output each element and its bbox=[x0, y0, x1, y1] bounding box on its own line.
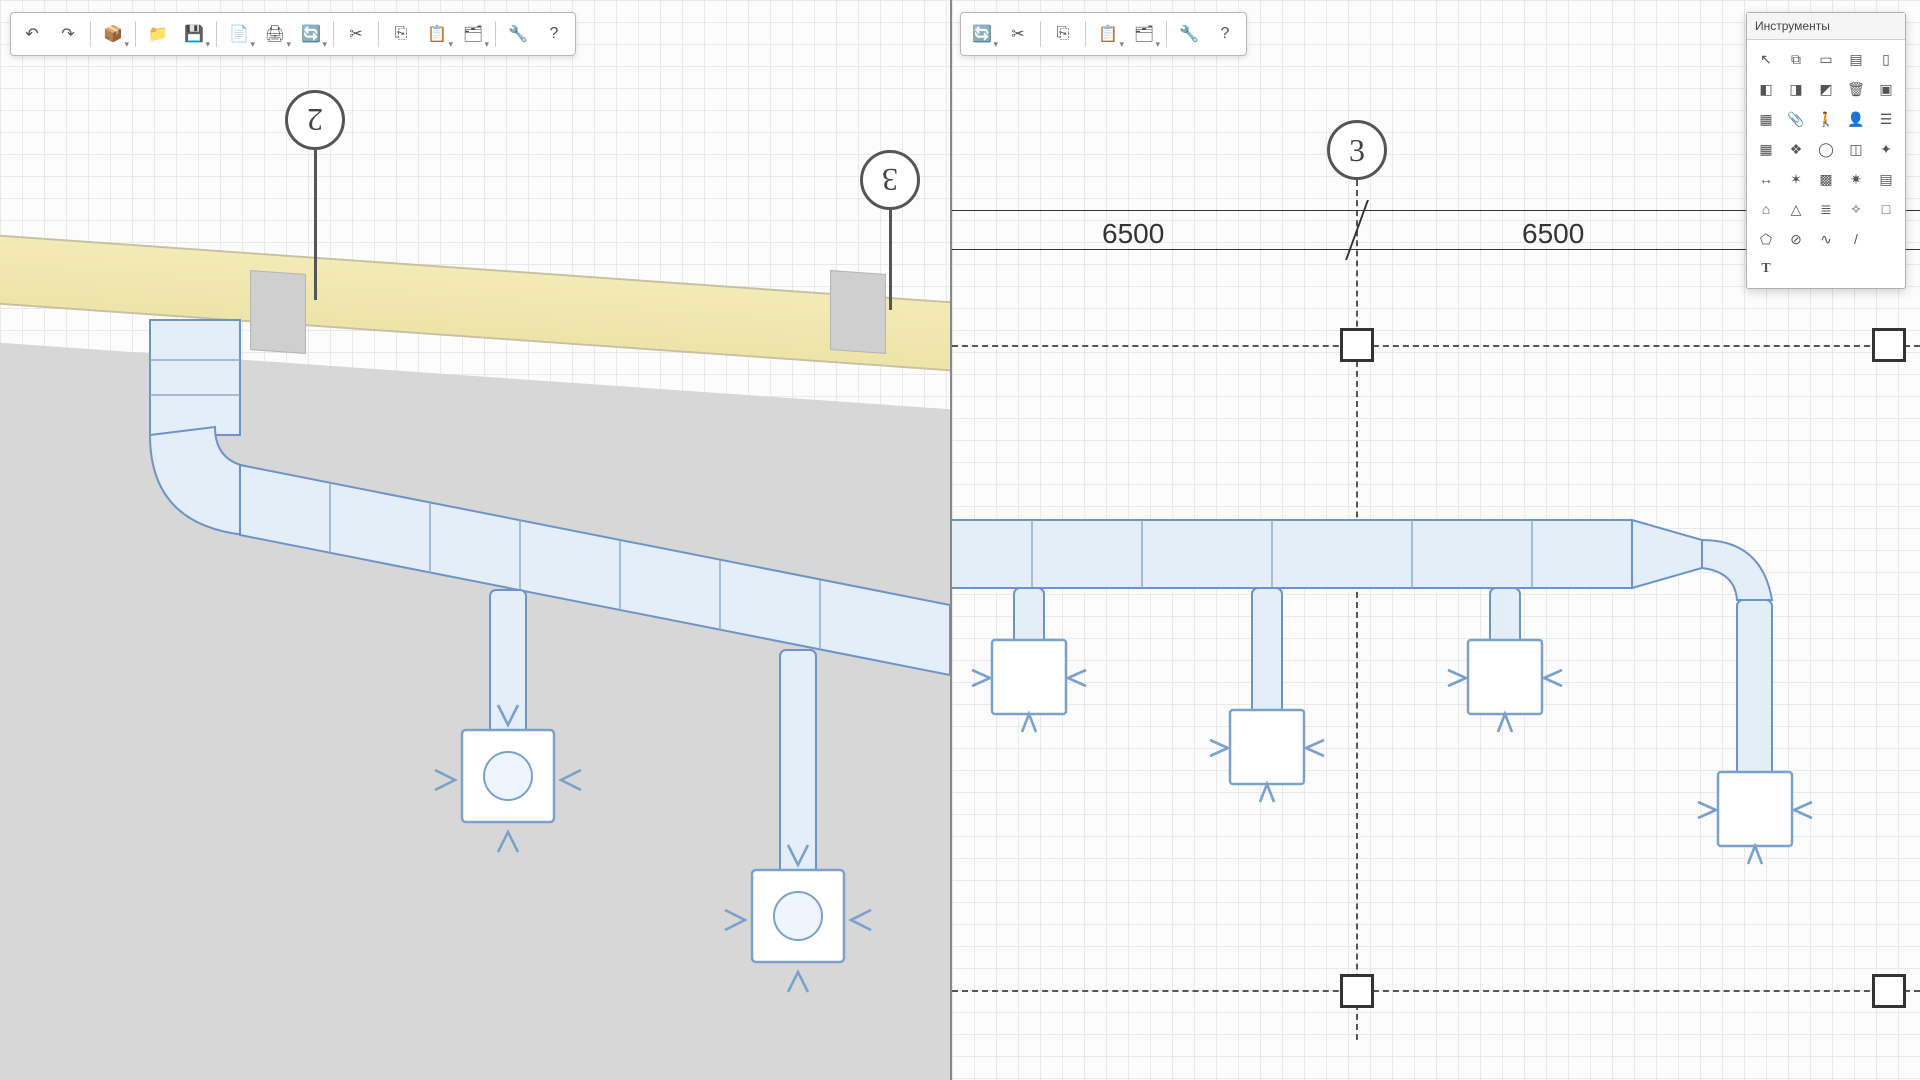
person-icon[interactable]: 👤 bbox=[1842, 105, 1870, 133]
sync-icon[interactable]: 🔄▾ bbox=[294, 17, 328, 51]
secondary-toolbar: 🔄▾✂ ⎘ 📋▾🗂▾ 🔧? bbox=[960, 12, 1247, 56]
light-icon[interactable]: ✧ bbox=[1842, 195, 1870, 223]
copy-icon[interactable]: ⎘ bbox=[384, 17, 418, 51]
help-icon[interactable]: ? bbox=[537, 17, 571, 51]
eraser2-icon[interactable]: ◨ bbox=[1782, 75, 1810, 103]
box-icon[interactable]: □ bbox=[1872, 195, 1900, 223]
home-icon[interactable]: ⌂ bbox=[1752, 195, 1780, 223]
grid-bubble-label: 3 bbox=[1349, 132, 1365, 169]
main-toolbar: ↶↷ 📦▾ 📁💾▾ 📄▾🖨▾🔄▾ ✂ ⎘📋▾🗂▾ 🔧? bbox=[10, 12, 576, 56]
dropdown-caret-icon: ▾ bbox=[993, 39, 998, 50]
print-icon[interactable]: 🖨▾ bbox=[258, 17, 292, 51]
paste-icon[interactable]: 📋▾ bbox=[1091, 17, 1125, 51]
dimension-value: 6500 bbox=[1102, 218, 1164, 250]
rect-icon[interactable]: ▭ bbox=[1812, 45, 1840, 73]
dropdown-caret-icon: ▾ bbox=[1155, 39, 1160, 50]
copy-icon[interactable]: ⎘ bbox=[1046, 17, 1080, 51]
grid-bubble-3[interactable]: 3 bbox=[1327, 120, 1387, 180]
calc-icon[interactable]: ▤ bbox=[1872, 165, 1900, 193]
tool-palette: Инструменты ↖⧉▭▤▯◧◨◩🗑▣▦📎🚶👤☰▦❖◯◫✦↔✶▩✷▤⌂△≣… bbox=[1746, 12, 1906, 289]
cut-icon[interactable]: ✂ bbox=[1001, 17, 1035, 51]
grid-bubble-label: 2 bbox=[307, 102, 323, 139]
stack-icon[interactable]: 🗂▾ bbox=[456, 17, 490, 51]
door-icon[interactable]: ▣ bbox=[1872, 75, 1900, 103]
grid-bubble-3[interactable]: 3 bbox=[860, 150, 920, 210]
grid-axis-horizontal bbox=[952, 345, 1920, 347]
clip-icon[interactable]: 📎 bbox=[1782, 105, 1810, 133]
dim-icon[interactable]: ↔ bbox=[1752, 165, 1780, 193]
dropdown-caret-icon: ▾ bbox=[205, 39, 210, 50]
document-icon[interactable]: 📄▾ bbox=[222, 17, 256, 51]
eraser3-icon[interactable]: ◩ bbox=[1812, 75, 1840, 103]
dropdown-caret-icon: ▾ bbox=[484, 39, 489, 50]
leaf-icon[interactable]: ❖ bbox=[1782, 135, 1810, 163]
layers-icon[interactable]: ≣ bbox=[1812, 195, 1840, 223]
new-project-icon[interactable]: 📦▾ bbox=[96, 17, 130, 51]
column-plan[interactable] bbox=[1340, 328, 1374, 362]
eraser1-icon[interactable]: ◧ bbox=[1752, 75, 1780, 103]
dropdown-caret-icon: ▾ bbox=[124, 39, 129, 50]
wrench-icon[interactable]: 🔧 bbox=[501, 17, 535, 51]
dropdown-caret-icon: ▾ bbox=[250, 39, 255, 50]
stairs-icon[interactable]: ☰ bbox=[1872, 105, 1900, 133]
palette-title: Инструменты bbox=[1747, 13, 1905, 40]
wrench-icon[interactable]: 🔧 bbox=[1172, 17, 1206, 51]
poly-icon[interactable]: ⬠ bbox=[1752, 225, 1780, 253]
dropdown-caret-icon: ▾ bbox=[322, 39, 327, 50]
noentry-icon[interactable]: ⊘ bbox=[1782, 225, 1810, 253]
coord-icon[interactable]: ✦ bbox=[1872, 135, 1900, 163]
tri-icon[interactable]: △ bbox=[1782, 195, 1810, 223]
sheet-icon[interactable]: ▦ bbox=[1752, 105, 1780, 133]
dropdown-caret-icon: ▾ bbox=[1119, 39, 1124, 50]
cursor-icon[interactable]: ↖ bbox=[1752, 45, 1780, 73]
grid-icon[interactable]: ▦ bbox=[1752, 135, 1780, 163]
sphere-icon[interactable]: ◯ bbox=[1812, 135, 1840, 163]
line-icon[interactable]: / bbox=[1842, 225, 1870, 253]
paste-icon[interactable]: 📋▾ bbox=[420, 17, 454, 51]
grid-bubble-2[interactable]: 2 bbox=[285, 90, 345, 150]
cut-icon[interactable]: ✂ bbox=[339, 17, 373, 51]
dropdown-caret-icon: ▾ bbox=[286, 39, 291, 50]
cube-icon[interactable]: ◫ bbox=[1842, 135, 1870, 163]
walk-icon[interactable]: 🚶 bbox=[1812, 105, 1840, 133]
ductwork-plan[interactable] bbox=[952, 500, 1920, 1000]
explode-icon[interactable]: ✶ bbox=[1782, 165, 1810, 193]
viewport-3d[interactable]: 2 3 bbox=[0, 0, 952, 1080]
spline-icon[interactable]: ∿ bbox=[1812, 225, 1840, 253]
open-icon[interactable]: 📁 bbox=[141, 17, 175, 51]
undo-icon[interactable]: ↶ bbox=[15, 17, 49, 51]
grid-line bbox=[314, 150, 317, 300]
trash-icon[interactable]: 🗑 bbox=[1842, 75, 1870, 103]
viewport-plan[interactable]: 🔄▾✂⎘📋▾🗂▾🔧? Инструменты ↖⧉▭▤▯◧◨◩🗑▣▦📎🚶👤☰▦❖… bbox=[952, 0, 1920, 1080]
ductwork-3d[interactable] bbox=[90, 310, 952, 1030]
application-root: 2 3 bbox=[0, 0, 1920, 1080]
column-plan[interactable] bbox=[1872, 328, 1906, 362]
redo-icon[interactable]: ↷ bbox=[51, 17, 85, 51]
slab-icon[interactable]: ▤ bbox=[1842, 45, 1870, 73]
grid-line bbox=[889, 210, 892, 310]
grid-bubble-label: 3 bbox=[882, 162, 898, 199]
sync-icon[interactable]: 🔄▾ bbox=[965, 17, 999, 51]
dropdown-caret-icon: ▾ bbox=[448, 39, 453, 50]
mesh-icon[interactable]: ▩ bbox=[1812, 165, 1840, 193]
stack-icon[interactable]: 🗂▾ bbox=[1127, 17, 1161, 51]
text-icon[interactable]: T bbox=[1752, 255, 1780, 283]
lamp-icon[interactable]: ✷ bbox=[1842, 165, 1870, 193]
column-icon[interactable]: ▯ bbox=[1872, 45, 1900, 73]
link-icon[interactable]: ⧉ bbox=[1782, 45, 1810, 73]
help-icon[interactable]: ? bbox=[1208, 17, 1242, 51]
save-icon[interactable]: 💾▾ bbox=[177, 17, 211, 51]
dimension-value: 6500 bbox=[1522, 218, 1584, 250]
